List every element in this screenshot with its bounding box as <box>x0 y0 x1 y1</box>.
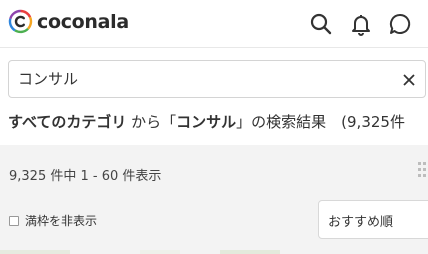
app-header: coconala <box>0 0 428 48</box>
results-suffix: 」の検索結果 (9,325件 <box>236 113 405 131</box>
grid-view-icon[interactable] <box>418 162 428 182</box>
bell-icon[interactable] <box>349 12 373 36</box>
results-heading: すべてのカテゴリ から「コンサル」の検索結果 (9,325件 <box>8 111 405 132</box>
hide-full-label: 満枠を非表示 <box>25 214 98 228</box>
search-keyword: コンサル <box>176 113 237 131</box>
clear-icon[interactable] <box>403 74 415 86</box>
from-text: から「 <box>126 113 177 131</box>
coconala-logo-mark-icon <box>8 9 33 34</box>
search-icon[interactable] <box>309 12 333 36</box>
result-count: 9,325 件中 1 - 60 件表示 <box>9 169 162 184</box>
sort-selected-label: おすすめ順 <box>328 215 394 230</box>
category-scope: すべてのカテゴリ <box>8 113 127 131</box>
chat-icon[interactable] <box>388 12 412 36</box>
sort-select[interactable]: おすすめ順 <box>318 200 428 239</box>
hide-full-checkbox[interactable] <box>9 215 19 226</box>
coconala-logo[interactable]: coconala <box>8 9 129 34</box>
logo-text: coconala <box>37 10 129 33</box>
search-input[interactable] <box>18 69 378 87</box>
bottom-strip <box>0 250 428 254</box>
hide-full-filter[interactable]: 満枠を非表示 <box>9 212 97 229</box>
search-box <box>8 60 426 98</box>
